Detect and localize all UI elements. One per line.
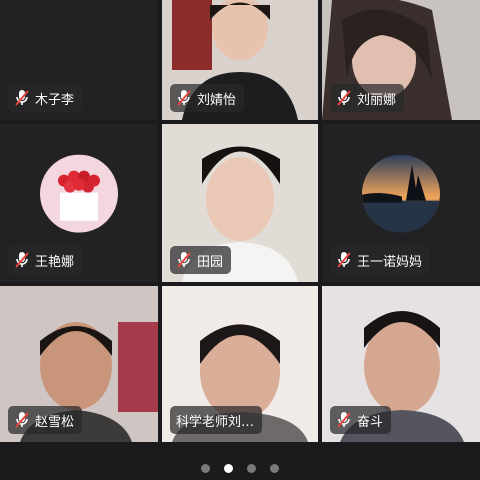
name-tag: 王艳娜 xyxy=(8,246,83,274)
name-tag: 奋斗 xyxy=(330,406,392,434)
mic-muted-icon xyxy=(337,90,351,106)
lake-sunset-icon xyxy=(362,154,440,233)
participant-tile-1[interactable]: 木子李 xyxy=(0,0,158,120)
mic-muted-icon xyxy=(337,412,351,428)
participant-name: 田园 xyxy=(197,254,224,270)
page-dot-2[interactable] xyxy=(224,463,233,473)
name-tag: 刘丽娜 xyxy=(330,84,405,112)
strawberry-bouquet-icon xyxy=(40,154,118,233)
participant-name: 刘婧怡 xyxy=(197,92,237,108)
participant-tile-6[interactable]: 王一诺妈妈 xyxy=(322,124,480,282)
avatar xyxy=(362,154,440,233)
name-tag: 田园 xyxy=(170,246,232,274)
participant-tile-2[interactable]: 刘婧怡 xyxy=(162,0,318,120)
participant-name: 科学老师刘… xyxy=(176,414,255,430)
page-dot-3[interactable] xyxy=(247,463,256,473)
mic-muted-icon xyxy=(15,252,29,268)
page-dot-4[interactable] xyxy=(270,463,279,473)
participant-tile-7[interactable]: 赵雪松 xyxy=(0,286,158,442)
participant-tile-4[interactable]: 王艳娜 xyxy=(0,124,158,282)
name-tag: 木子李 xyxy=(8,84,83,112)
page-dot-1[interactable] xyxy=(201,463,210,473)
participant-tile-9[interactable]: 奋斗 xyxy=(322,286,480,442)
mic-muted-icon xyxy=(177,90,191,106)
participant-tile-8[interactable]: 科学老师刘… xyxy=(162,286,318,442)
participant-name: 木子李 xyxy=(35,92,75,108)
participant-tile-3[interactable]: 刘丽娜 xyxy=(322,0,480,120)
page-indicator xyxy=(0,460,480,476)
avatar xyxy=(40,154,118,233)
participant-tile-5[interactable]: 田园 xyxy=(162,124,318,282)
mic-muted-icon xyxy=(15,412,29,428)
participant-name: 赵雪松 xyxy=(35,414,75,430)
name-tag: 刘婧怡 xyxy=(170,84,245,112)
participant-name: 王一诺妈妈 xyxy=(357,254,423,270)
name-tag: 科学老师刘… xyxy=(170,406,263,434)
mic-muted-icon xyxy=(177,252,191,268)
name-tag: 王一诺妈妈 xyxy=(330,246,431,274)
mic-muted-icon xyxy=(337,252,351,268)
participant-name: 王艳娜 xyxy=(35,254,75,270)
participant-name: 刘丽娜 xyxy=(357,92,397,108)
mic-muted-icon xyxy=(15,90,29,106)
name-tag: 赵雪松 xyxy=(8,406,83,434)
participant-name: 奋斗 xyxy=(357,414,384,430)
